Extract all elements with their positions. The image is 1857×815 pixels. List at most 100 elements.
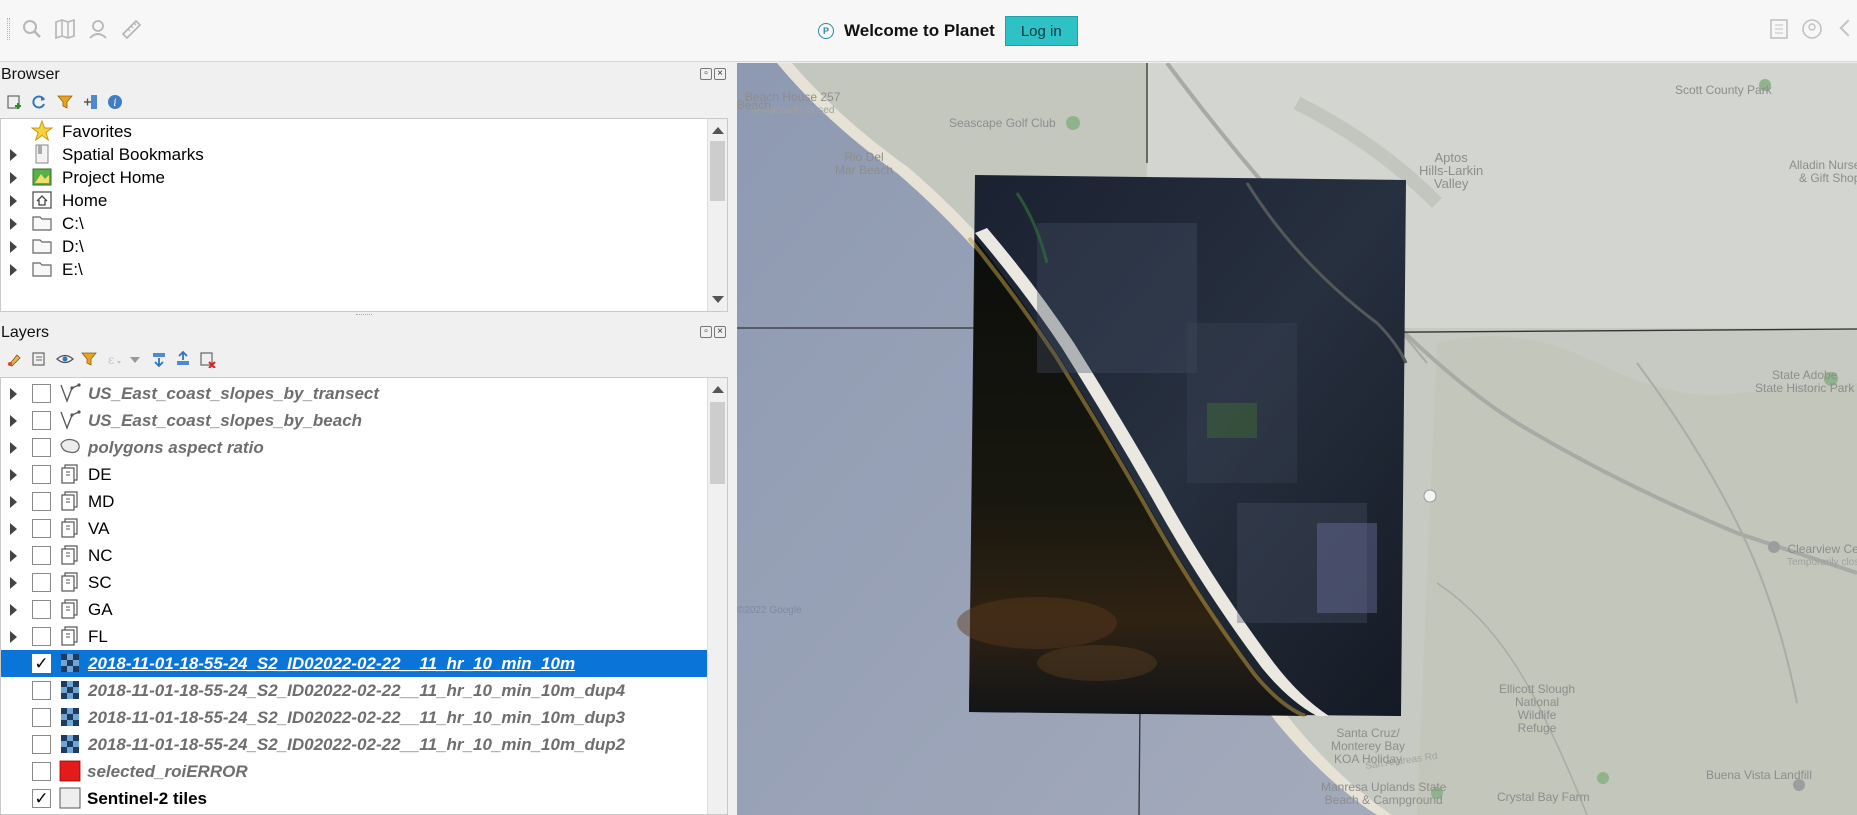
layer-row[interactable]: NC xyxy=(1,542,707,569)
layer-label: US_East_coast_slopes_by_transect xyxy=(88,384,380,403)
expand-arrow-icon[interactable] xyxy=(10,469,17,481)
layer-row[interactable]: SC xyxy=(1,569,707,596)
layer-row[interactable]: FL xyxy=(1,623,707,650)
browser-item[interactable]: Home xyxy=(1,189,707,212)
account-icon[interactable] xyxy=(1800,17,1824,41)
scroll-up-icon[interactable] xyxy=(712,386,724,393)
browser-item[interactable]: Spatial Bookmarks xyxy=(1,143,707,166)
layer-visibility-checkbox[interactable] xyxy=(32,465,51,484)
layer-row[interactable]: selected_roiERROR xyxy=(1,758,707,785)
collapse-all-icon[interactable] xyxy=(174,350,192,368)
map-label-alladin-nursery: Alladin Nursery & Gift Shop xyxy=(1789,158,1857,185)
browser-item[interactable]: Project Home xyxy=(1,166,707,189)
refresh-icon[interactable] xyxy=(30,93,48,111)
layer-visibility-checkbox[interactable] xyxy=(32,600,51,619)
layer-label: SC xyxy=(88,573,112,592)
expand-arrow-icon[interactable] xyxy=(10,604,17,616)
layer-visibility-checkbox[interactable] xyxy=(32,762,51,781)
layer-row[interactable]: DE xyxy=(1,461,707,488)
group-layer-icon xyxy=(59,625,81,647)
layers-float-button[interactable]: ▫ xyxy=(700,326,712,338)
layer-visibility-checkbox[interactable] xyxy=(32,681,51,700)
expand-all-icon[interactable] xyxy=(150,350,168,368)
browser-scrollbar[interactable] xyxy=(707,119,727,311)
browser-float-button[interactable]: ▫ xyxy=(700,68,712,80)
browser-item[interactable]: D:\ xyxy=(1,235,707,258)
layer-row[interactable]: ✓ 2018-11-01-18-55-24_S2_ID02022-02-22__1… xyxy=(1,650,707,677)
scroll-thumb[interactable] xyxy=(710,402,725,484)
layer-visibility-checkbox[interactable] xyxy=(32,384,51,403)
scroll-thumb[interactable] xyxy=(710,141,725,201)
layer-visibility-checkbox[interactable] xyxy=(32,735,51,754)
layer-row[interactable]: US_East_coast_slopes_by_beach xyxy=(1,407,707,434)
browser-item[interactable]: C:\ xyxy=(1,212,707,235)
folder-icon xyxy=(31,258,53,280)
style-icon[interactable] xyxy=(6,350,24,368)
browser-item[interactable]: E:\ xyxy=(1,258,707,281)
layer-visibility-checkbox[interactable] xyxy=(32,708,51,727)
expand-arrow-icon[interactable] xyxy=(10,577,17,589)
overflow-chevron-icon[interactable] xyxy=(1839,19,1857,37)
layers-close-button[interactable]: × xyxy=(714,326,726,338)
layer-row[interactable]: polygons aspect ratio xyxy=(1,434,707,461)
layer-visibility-checkbox[interactable] xyxy=(32,411,51,430)
expand-arrow-icon[interactable] xyxy=(10,523,17,535)
expand-arrow-icon[interactable] xyxy=(10,496,17,508)
expand-arrow-icon[interactable] xyxy=(10,550,17,562)
scroll-down-icon[interactable] xyxy=(712,296,724,303)
layer-row[interactable]: 2018-11-01-18-55-24_S2_ID02022-02-22__11… xyxy=(1,704,707,731)
expand-arrow-icon[interactable] xyxy=(10,195,17,207)
filter-dropdown-chevron-icon[interactable] xyxy=(130,357,140,363)
layer-row[interactable]: MD xyxy=(1,488,707,515)
layer-visibility-checkbox[interactable]: ✓ xyxy=(32,654,51,673)
document-icon[interactable] xyxy=(1767,17,1791,41)
layers-scrollbar[interactable] xyxy=(707,378,727,814)
expand-arrow-icon[interactable] xyxy=(10,388,17,400)
layer-visibility-checkbox[interactable]: ✓ xyxy=(32,789,51,808)
expand-arrow-icon[interactable] xyxy=(10,149,17,161)
collapse-icon[interactable] xyxy=(81,93,99,111)
line-layer-icon xyxy=(59,382,81,404)
remove-layer-icon[interactable] xyxy=(199,350,217,369)
layer-visibility-checkbox[interactable] xyxy=(32,519,51,538)
scroll-up-icon[interactable] xyxy=(712,127,724,134)
expand-arrow-icon[interactable] xyxy=(10,218,17,230)
map-icon[interactable] xyxy=(53,17,77,41)
layer-visibility-checkbox[interactable] xyxy=(32,546,51,565)
layer-visibility-checkbox[interactable] xyxy=(32,492,51,511)
raster-layer-icon xyxy=(59,733,81,755)
filter-icon[interactable] xyxy=(80,350,98,368)
browser-item[interactable]: Favorites xyxy=(1,119,707,143)
expand-arrow-icon[interactable] xyxy=(10,241,17,253)
layer-row[interactable]: 2018-11-01-18-55-24_S2_ID02022-02-22__11… xyxy=(1,677,707,704)
browser-close-button[interactable]: × xyxy=(714,68,726,80)
add-icon[interactable] xyxy=(6,93,24,111)
layer-row[interactable]: VA xyxy=(1,515,707,542)
info-icon[interactable]: i xyxy=(106,93,124,111)
login-button[interactable]: Log in xyxy=(1004,16,1078,46)
layer-row[interactable]: US_East_coast_slopes_by_transect xyxy=(1,380,707,407)
expand-arrow-icon[interactable] xyxy=(10,631,17,643)
map-canvas[interactable]: Beach House 257 Temporarily closed Seasc… xyxy=(737,63,1857,815)
layer-row[interactable]: 2018-11-01-18-55-24_S2_ID02022-02-22__11… xyxy=(1,731,707,758)
expression-filter-icon[interactable]: ε xyxy=(106,350,124,368)
search-icon[interactable] xyxy=(20,17,44,41)
layer-row[interactable]: ✓ Sentinel-2 tiles xyxy=(1,785,707,812)
panel-splitter[interactable] xyxy=(356,314,372,316)
expand-arrow-icon[interactable] xyxy=(10,264,17,276)
layer-visibility-checkbox[interactable] xyxy=(32,438,51,457)
visibility-icon[interactable] xyxy=(56,350,74,368)
map-label-rio-del-mar: Rio Del Mar Beach xyxy=(835,150,894,177)
expand-arrow-icon[interactable] xyxy=(10,172,17,184)
layer-visibility-checkbox[interactable] xyxy=(32,573,51,592)
expand-arrow-icon[interactable] xyxy=(10,415,17,427)
user-icon[interactable] xyxy=(86,17,110,41)
toolbar-grip[interactable] xyxy=(7,18,10,40)
ruler-icon[interactable] xyxy=(119,17,143,41)
filter-icon[interactable] xyxy=(56,93,74,111)
expand-arrow-icon[interactable] xyxy=(10,442,17,454)
layer-visibility-checkbox[interactable] xyxy=(32,627,51,646)
add-group-icon[interactable] xyxy=(30,350,48,368)
home-icon xyxy=(31,189,53,211)
layer-row[interactable]: GA xyxy=(1,596,707,623)
